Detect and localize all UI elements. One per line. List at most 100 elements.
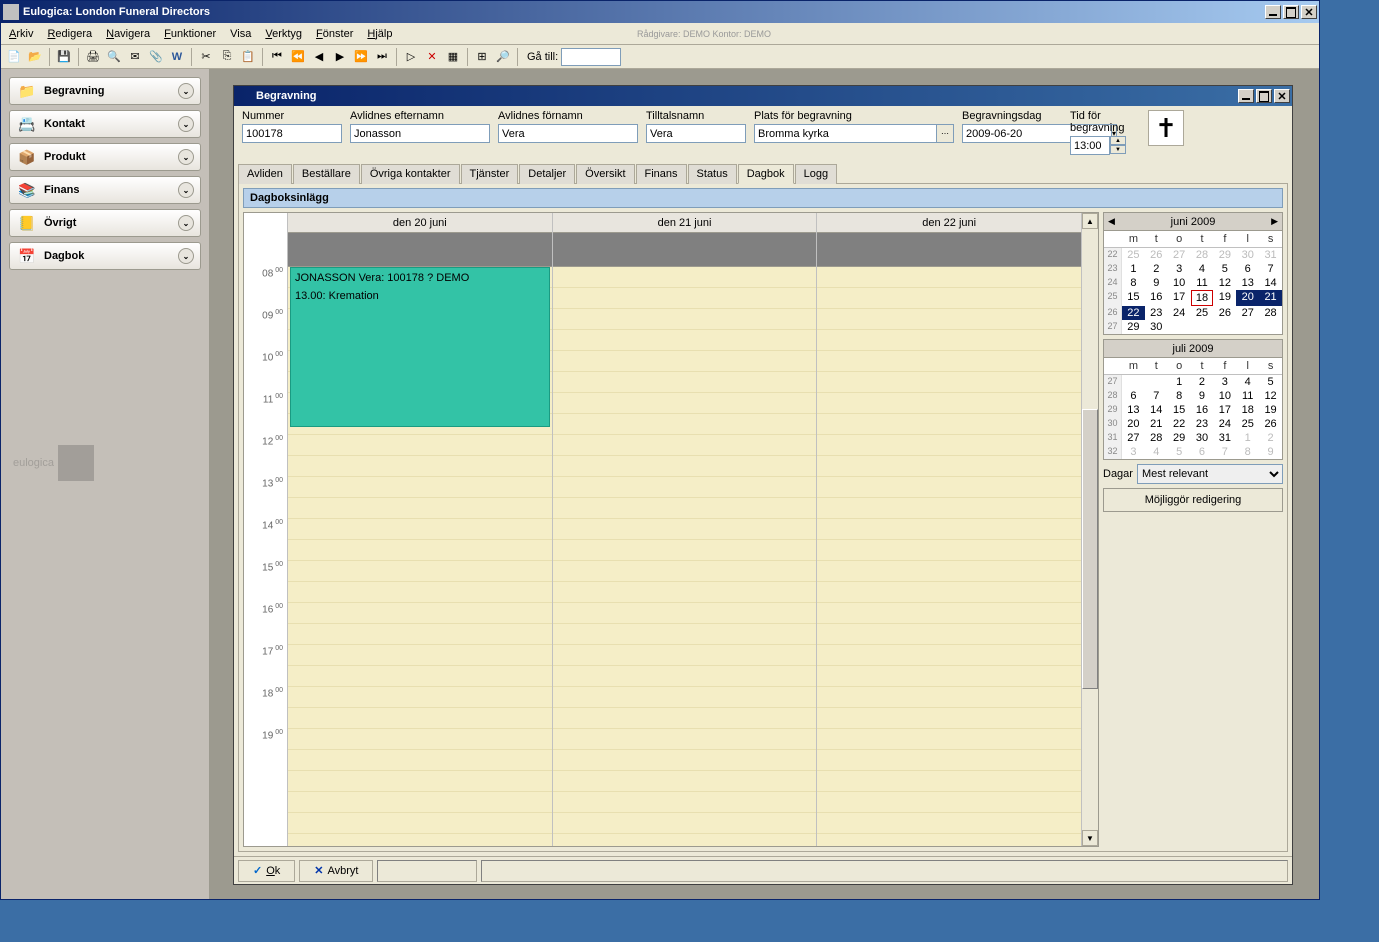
calendar-day[interactable]: 5 — [1259, 375, 1282, 389]
copy-icon[interactable]: ⎘ — [218, 48, 236, 66]
prev-icon[interactable]: ◀ — [310, 48, 328, 66]
plats-browse-button[interactable]: ⋯ — [937, 124, 954, 143]
calendar-day[interactable]: 6 — [1122, 389, 1145, 403]
menu-visa[interactable]: Visa — [230, 28, 251, 40]
calendar-day[interactable]: 15 — [1122, 290, 1145, 306]
calendar-day[interactable]: 10 — [1168, 276, 1191, 290]
calendar-day[interactable]: 8 — [1236, 445, 1259, 459]
tab-finans[interactable]: Finans — [636, 164, 687, 184]
grid-icon[interactable]: ▦ — [444, 48, 462, 66]
calendar-day[interactable]: 24 — [1168, 306, 1191, 320]
calendar-day[interactable]: 11 — [1191, 276, 1214, 290]
tilltal-input[interactable] — [646, 124, 746, 143]
tab-ovriga[interactable]: Övriga kontakter — [361, 164, 460, 184]
calendar-day[interactable]: 5 — [1213, 262, 1236, 276]
sub-title-bar[interactable]: Begravning ✕ — [234, 86, 1292, 106]
app-title-bar[interactable]: Eulogica: London Funeral Directors ✕ — [1, 1, 1319, 23]
open-icon[interactable]: 📂 — [26, 48, 44, 66]
preview-icon[interactable]: 🔍 — [105, 48, 123, 66]
scroll-up-button[interactable]: ▲ — [1082, 213, 1098, 229]
prev-fast-icon[interactable]: ⏪ — [289, 48, 307, 66]
new-icon[interactable]: 📄 — [5, 48, 23, 66]
minimize-button[interactable] — [1265, 5, 1281, 19]
calendar-day[interactable]: 30 — [1145, 320, 1168, 334]
goto-input[interactable] — [561, 48, 621, 66]
calendar-day[interactable]: 14 — [1145, 403, 1168, 417]
tab-tjanster[interactable]: Tjänster — [461, 164, 519, 184]
calendar-day[interactable]: 17 — [1168, 290, 1191, 306]
calendar-day[interactable]: 31 — [1213, 431, 1236, 445]
dagar-select[interactable]: Mest relevant — [1137, 464, 1283, 484]
next-fast-icon[interactable]: ⏩ — [352, 48, 370, 66]
calendar-day[interactable]: 13 — [1122, 403, 1145, 417]
calendar-day[interactable]: 27 — [1168, 248, 1191, 262]
calendar-day[interactable]: 8 — [1168, 389, 1191, 403]
close-button[interactable]: ✕ — [1301, 5, 1317, 19]
calendar-day[interactable]: 18 — [1236, 403, 1259, 417]
print-icon[interactable]: 🖨 — [84, 48, 102, 66]
calendar-day[interactable]: 23 — [1145, 306, 1168, 320]
sidebar-item-dagbok[interactable]: 📅 Dagbok ⌄ — [9, 242, 201, 270]
calendar-day[interactable]: 4 — [1145, 445, 1168, 459]
sub-minimize-button[interactable] — [1238, 89, 1254, 103]
appointment[interactable]: JONASSON Vera: 100178 ? DEMO 13.00: Krem… — [290, 267, 550, 427]
calendar-day[interactable]: 7 — [1145, 389, 1168, 403]
calendar-day[interactable]: 25 — [1236, 417, 1259, 431]
word-icon[interactable]: W — [168, 48, 186, 66]
fornamn-input[interactable] — [498, 124, 638, 143]
scroll-thumb[interactable] — [1082, 409, 1098, 689]
menu-funktioner[interactable]: Funktioner — [164, 28, 216, 40]
scroll-down-button[interactable]: ▼ — [1082, 830, 1098, 846]
calendar-day[interactable]: 16 — [1191, 403, 1214, 417]
calendar-day[interactable]: 26 — [1213, 306, 1236, 320]
calendar-day[interactable]: 20 — [1122, 417, 1145, 431]
calendar-day[interactable]: 19 — [1213, 290, 1236, 306]
calendar-day[interactable]: 29 — [1122, 320, 1145, 334]
menu-redigera[interactable]: Redigera — [47, 28, 92, 40]
calendar-day[interactable]: 31 — [1259, 248, 1282, 262]
prev-month-button[interactable]: ◀ — [1108, 216, 1115, 227]
calendar-day[interactable]: 3 — [1213, 375, 1236, 389]
tab-bestallare[interactable]: Beställare — [293, 164, 360, 184]
cut-icon[interactable]: ✂ — [197, 48, 215, 66]
scrollbar[interactable]: ▲ ▼ — [1082, 213, 1098, 846]
calendar-day[interactable]: 28 — [1145, 431, 1168, 445]
tab-dagbok[interactable]: Dagbok — [738, 164, 794, 184]
sidebar-item-ovrigt[interactable]: 📒 Övrigt ⌄ — [9, 209, 201, 237]
calendar-day[interactable]: 9 — [1145, 276, 1168, 290]
calendar-day[interactable]: 29 — [1168, 431, 1191, 445]
calendar-day[interactable]: 18 — [1191, 290, 1214, 306]
calendar-day[interactable]: 27 — [1122, 431, 1145, 445]
calendar-day[interactable]: 3 — [1168, 262, 1191, 276]
calendar-day[interactable]: 25 — [1122, 248, 1145, 262]
calendar-day[interactable]: 1 — [1168, 375, 1191, 389]
nummer-input[interactable] — [242, 124, 342, 143]
calendar-day[interactable]: 2 — [1191, 375, 1214, 389]
calendar-day[interactable]: 15 — [1168, 403, 1191, 417]
calendar-day[interactable]: 22 — [1168, 417, 1191, 431]
calendar-day[interactable]: 1 — [1236, 431, 1259, 445]
tid-input[interactable] — [1070, 136, 1110, 155]
calendar-day[interactable]: 20 — [1236, 290, 1259, 306]
calendar-day[interactable]: 24 — [1213, 417, 1236, 431]
menu-fonster[interactable]: Fönster — [316, 28, 353, 40]
calendar-day[interactable]: 9 — [1191, 389, 1214, 403]
search-icon[interactable]: 🔎 — [494, 48, 512, 66]
next-icon[interactable]: ▶ — [331, 48, 349, 66]
calendar-day[interactable]: 27 — [1236, 306, 1259, 320]
calendar-day[interactable]: 26 — [1145, 248, 1168, 262]
maximize-button[interactable] — [1283, 5, 1299, 19]
sub-maximize-button[interactable] — [1256, 89, 1272, 103]
calendar-day[interactable]: 21 — [1259, 290, 1282, 306]
calendar-day[interactable]: 21 — [1145, 417, 1168, 431]
tid-up-button[interactable]: ▲ — [1110, 136, 1126, 145]
calendar-day[interactable]: 30 — [1191, 431, 1214, 445]
next-month-button[interactable]: ▶ — [1271, 216, 1278, 227]
calendar-day[interactable]: 12 — [1259, 389, 1282, 403]
calendar-day[interactable]: 22 — [1122, 306, 1145, 320]
calendar-day[interactable]: 2 — [1259, 431, 1282, 445]
calendar-day[interactable]: 6 — [1191, 445, 1214, 459]
calendar-day[interactable]: 4 — [1191, 262, 1214, 276]
calendar-day[interactable]: 29 — [1213, 248, 1236, 262]
calendar-day[interactable]: 26 — [1259, 417, 1282, 431]
